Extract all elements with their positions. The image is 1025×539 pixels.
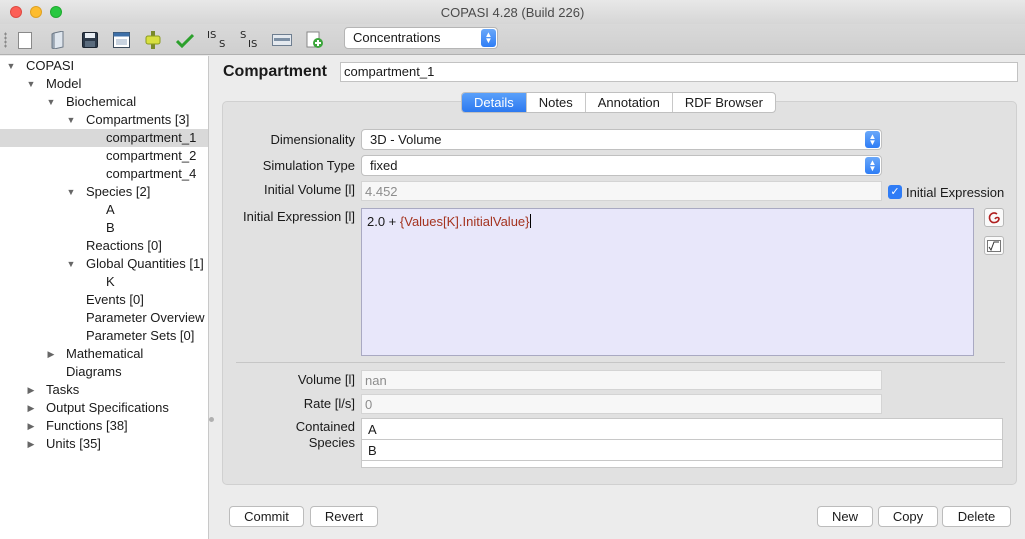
initial-expression-editor[interactable]: 2.0 + {Values[K].InitialValue} bbox=[361, 208, 974, 356]
tree-item-species-b[interactable]: B bbox=[0, 219, 208, 237]
tree-item-gq-k[interactable]: K bbox=[0, 273, 208, 291]
simulation-type-select[interactable]: fixed ▲ ▼ bbox=[361, 155, 882, 176]
chevron-updown-icon: ▲ ▼ bbox=[865, 131, 880, 148]
triangle-down-icon[interactable]: ▼ bbox=[26, 75, 36, 93]
tab-rdf-browser[interactable]: RDF Browser bbox=[671, 93, 775, 112]
splitter[interactable] bbox=[209, 56, 213, 539]
save-as-icon[interactable] bbox=[110, 29, 132, 51]
splitter-handle-icon[interactable] bbox=[209, 417, 214, 422]
triangle-right-icon[interactable]: ▶ bbox=[26, 381, 36, 399]
section-divider bbox=[236, 362, 1005, 363]
toolbar: IS S S IS Concentrations ▲ ▼ bbox=[0, 24, 1025, 55]
save-icon[interactable] bbox=[79, 29, 101, 51]
is-s-icon[interactable]: IS S bbox=[207, 29, 229, 51]
tree-item-units[interactable]: ▶ Units [35] bbox=[0, 435, 208, 453]
tree-item-tasks[interactable]: ▶ Tasks bbox=[0, 381, 208, 399]
delete-button[interactable]: Delete bbox=[942, 506, 1011, 527]
copy-button[interactable]: Copy bbox=[878, 506, 938, 527]
commit-button[interactable]: Commit bbox=[229, 506, 304, 527]
volume-label: Volume [l] bbox=[297, 372, 355, 387]
tree-item-model[interactable]: ▼ Model bbox=[0, 75, 208, 93]
tree-item-reactions[interactable]: Reactions [0] bbox=[0, 237, 208, 255]
tab-notes[interactable]: Notes bbox=[525, 93, 585, 112]
tree-item-compartments[interactable]: ▼ Compartments [3] bbox=[0, 111, 208, 129]
add-icon[interactable] bbox=[304, 29, 326, 51]
volume-value: nan bbox=[361, 370, 882, 390]
new-file-icon[interactable] bbox=[14, 29, 36, 51]
rate-label: Rate [l/s] bbox=[303, 396, 355, 411]
toolbar-grip-icon[interactable] bbox=[4, 32, 7, 48]
tree-item-mathematical[interactable]: ▶ Mathematical bbox=[0, 345, 208, 363]
chevron-updown-icon: ▲ ▼ bbox=[481, 29, 496, 47]
simulation-type-label: Simulation Type bbox=[262, 158, 355, 173]
expression-reference: {Values[K].InitialValue} bbox=[399, 214, 530, 229]
contained-species-table: A B bbox=[361, 418, 1003, 468]
tree-item-compartment-4[interactable]: compartment_4 bbox=[0, 165, 208, 183]
open-file-icon[interactable] bbox=[48, 29, 70, 51]
triangle-right-icon[interactable]: ▶ bbox=[26, 435, 36, 453]
model-tree: ▼ COPASI ▼ Model ▼ Biochemical ▼ Compart… bbox=[0, 56, 209, 539]
revert-button[interactable]: Revert bbox=[310, 506, 378, 527]
triangle-right-icon[interactable]: ▶ bbox=[46, 345, 56, 363]
contained-species-label-1: Contained bbox=[295, 419, 355, 434]
tree-item-species[interactable]: ▼ Species [2] bbox=[0, 183, 208, 201]
initial-expression-checkbox[interactable]: ✓ bbox=[888, 185, 902, 199]
tree-item-global-quantities[interactable]: ▼ Global Quantities [1] bbox=[0, 255, 208, 273]
check-model-icon[interactable] bbox=[142, 29, 164, 51]
tab-bar: Details Notes Annotation RDF Browser bbox=[461, 92, 776, 113]
tree-item-compartment-1[interactable]: compartment_1 bbox=[0, 129, 208, 147]
tree-item-parameter-overview[interactable]: Parameter Overview bbox=[0, 309, 208, 327]
initial-volume-label: Initial Volume [l] bbox=[263, 182, 355, 197]
tree-item-diagrams[interactable]: Diagrams bbox=[0, 363, 208, 381]
triangle-down-icon[interactable]: ▼ bbox=[66, 111, 76, 129]
triangle-right-icon[interactable]: ▶ bbox=[26, 399, 36, 417]
tab-annotation[interactable]: Annotation bbox=[584, 93, 672, 112]
chevron-updown-icon: ▲ ▼ bbox=[865, 157, 880, 174]
list-item[interactable]: A bbox=[362, 419, 1002, 440]
tree-item-parameter-sets[interactable]: Parameter Sets [0] bbox=[0, 327, 208, 345]
rate-value: 0 bbox=[361, 394, 882, 414]
window-title: COPASI 4.28 (Build 226) bbox=[440, 5, 585, 20]
tab-details[interactable]: Details bbox=[462, 93, 526, 112]
compartment-name-input[interactable]: compartment_1 bbox=[340, 62, 1018, 82]
formula-icon[interactable] bbox=[984, 236, 1004, 255]
dimensionality-select[interactable]: 3D - Volume ▲ ▼ bbox=[361, 129, 882, 150]
list-item[interactable]: B bbox=[362, 440, 1002, 461]
dimensionality-label: Dimensionality bbox=[270, 132, 355, 147]
triangle-down-icon[interactable]: ▼ bbox=[6, 57, 16, 75]
triangle-down-icon[interactable]: ▼ bbox=[66, 183, 76, 201]
tree-item-functions[interactable]: ▶ Functions [38] bbox=[0, 417, 208, 435]
tree-item-biochemical[interactable]: ▼ Biochemical bbox=[0, 93, 208, 111]
initial-expression-label: Initial Expression [l] bbox=[243, 209, 355, 224]
triangle-right-icon[interactable]: ▶ bbox=[26, 417, 36, 435]
tree-item-copasi[interactable]: ▼ COPASI bbox=[0, 57, 208, 75]
sbml-icon[interactable] bbox=[271, 29, 293, 51]
triangle-down-icon[interactable]: ▼ bbox=[66, 255, 76, 273]
tree-item-output-specifications[interactable]: ▶ Output Specifications bbox=[0, 399, 208, 417]
initial-volume-input[interactable]: 4.452 bbox=[361, 181, 882, 201]
contained-species-label-2: Species bbox=[308, 435, 355, 450]
initial-expression-check-label[interactable]: Initial Expression bbox=[906, 185, 1004, 200]
page-title: Compartment bbox=[223, 63, 328, 80]
new-button[interactable]: New bbox=[817, 506, 873, 527]
tree-item-species-a[interactable]: A bbox=[0, 201, 208, 219]
checkmark-icon[interactable] bbox=[174, 29, 196, 51]
text-caret bbox=[529, 214, 531, 228]
concentrations-select[interactable]: Concentrations ▲ ▼ bbox=[344, 27, 498, 49]
select-object-icon[interactable] bbox=[984, 208, 1004, 227]
tree-item-compartment-2[interactable]: compartment_2 bbox=[0, 147, 208, 165]
title-bar: COPASI 4.28 (Build 226) bbox=[0, 0, 1025, 24]
s-is-icon[interactable]: S IS bbox=[240, 29, 262, 51]
triangle-down-icon[interactable]: ▼ bbox=[46, 93, 56, 111]
tree-item-events[interactable]: Events [0] bbox=[0, 291, 208, 309]
